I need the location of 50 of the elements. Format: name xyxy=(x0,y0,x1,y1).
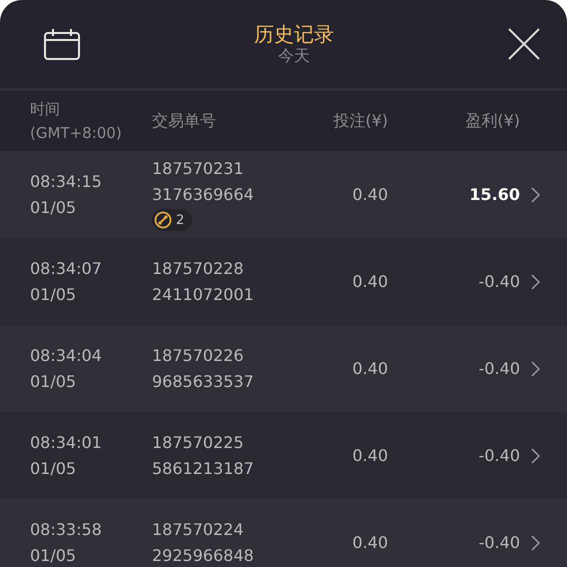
chevron-right-icon xyxy=(531,186,540,202)
bet-amount: 0.40 xyxy=(351,533,388,552)
chevron-right-icon xyxy=(531,448,540,464)
time-text: 08:33:58 xyxy=(30,518,103,540)
window-title: 历史记录 xyxy=(254,22,334,46)
column-header: 盈利(¥) xyxy=(464,110,520,132)
order-number: 187570231 xyxy=(152,158,245,180)
column-header: 投注(¥) xyxy=(332,110,388,132)
table-row[interactable]: 08:34:01 01/05 187570225 5861213187 0.40 -0.40 xyxy=(0,412,567,499)
date-text: 01/05 xyxy=(30,544,78,566)
order-number: 187570224 xyxy=(152,518,245,540)
profit-amount: -0.40 xyxy=(478,359,520,378)
order-number: 5861213187 xyxy=(152,458,255,480)
profit-amount: -0.40 xyxy=(478,272,520,291)
order-number: 2411072001 xyxy=(152,284,255,306)
time-text: 08:34:15 xyxy=(30,170,103,192)
profit-amount: 15.60 xyxy=(468,185,520,204)
order-number: 9685633537 xyxy=(152,370,255,392)
close-icon[interactable] xyxy=(508,28,540,60)
profit-amount: -0.40 xyxy=(478,446,520,465)
time-text: 08:34:07 xyxy=(30,258,103,280)
table-row[interactable]: 08:34:15 01/05 187570231 3176369664 2 0.40 15.60 xyxy=(0,151,567,238)
date-text: 01/05 xyxy=(30,458,78,480)
calendar-icon[interactable] xyxy=(44,28,80,60)
order-number: 187570228 xyxy=(152,258,245,280)
bet-amount: 0.40 xyxy=(351,359,388,378)
column-header: 交易单号 xyxy=(152,110,217,132)
time-text: 08:34:04 xyxy=(30,344,103,366)
table-row[interactable]: 08:34:04 01/05 187570226 9685633537 0.40 -0.40 xyxy=(0,325,567,412)
chevron-right-icon xyxy=(531,360,540,376)
bet-amount: 0.40 xyxy=(351,446,388,465)
bet-amount: 0.40 xyxy=(351,272,388,291)
table-row[interactable]: 08:34:07 01/05 187570228 2411072001 0.40 -0.40 xyxy=(0,238,567,325)
order-number: 187570225 xyxy=(152,432,245,454)
order-number: 187570226 xyxy=(152,344,245,366)
date-text: 01/05 xyxy=(30,284,78,306)
table-row[interactable]: 08:33:58 01/05 187570224 2925966848 0.40 -0.40 xyxy=(0,499,567,567)
date-text: 01/05 xyxy=(30,196,78,218)
order-number: 3176369664 xyxy=(152,184,255,206)
badge-count: 2 xyxy=(176,212,184,228)
profit-amount: -0.40 xyxy=(478,533,520,552)
date-text: 01/05 xyxy=(30,370,78,392)
column-header: 时间 (GMT+8:00) xyxy=(30,99,123,144)
time-text: 08:34:01 xyxy=(30,432,103,454)
date-subtitle: 今天 xyxy=(277,46,311,66)
chevron-right-icon xyxy=(531,534,540,550)
chevron-right-icon xyxy=(531,274,540,290)
coin-icon xyxy=(154,211,172,229)
bet-amount: 0.40 xyxy=(351,185,388,204)
order-number: 2925966848 xyxy=(152,544,255,566)
